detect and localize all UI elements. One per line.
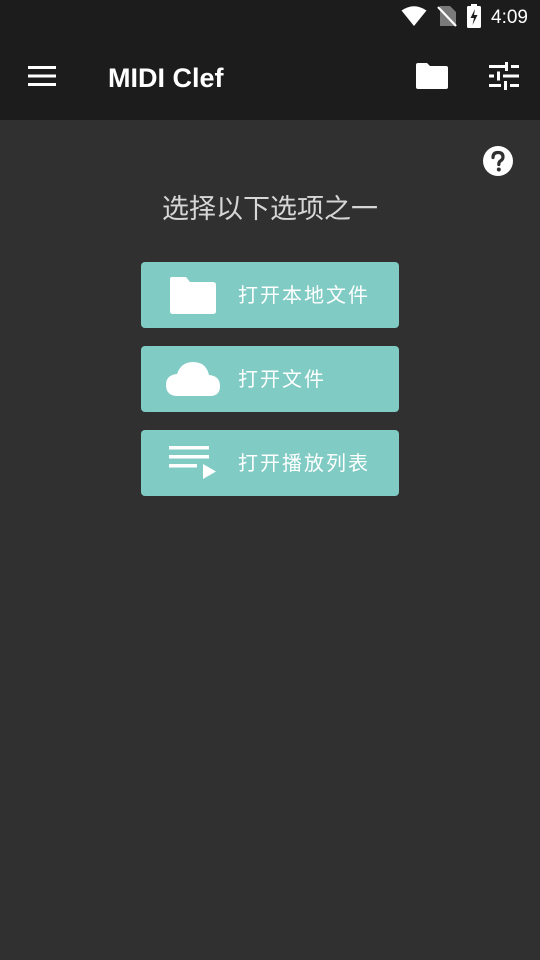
playlist-play-icon <box>163 430 223 496</box>
wifi-icon <box>401 5 427 31</box>
status-time: 4:09 <box>491 7 528 28</box>
open-local-file-button[interactable]: 打开本地文件 <box>141 262 399 328</box>
app-bar: MIDI Clef <box>0 36 540 120</box>
help-icon <box>482 145 514 181</box>
open-file-button[interactable]: 打开文件 <box>141 346 399 412</box>
help-button[interactable] <box>481 146 515 180</box>
open-playlist-button[interactable]: 打开播放列表 <box>141 430 399 496</box>
menu-icon <box>28 66 56 90</box>
page-heading: 选择以下选项之一 <box>162 194 378 225</box>
status-bar: 4:09 <box>0 0 540 36</box>
status-icons: 4:09 <box>401 0 528 36</box>
folder-icon <box>416 63 448 93</box>
menu-button[interactable] <box>20 58 64 98</box>
open-local-file-label: 打开本地文件 <box>238 283 370 307</box>
open-file-label: 打开文件 <box>238 367 326 391</box>
tune-icon <box>489 62 519 94</box>
open-playlist-label: 打开播放列表 <box>238 451 370 475</box>
folder-icon <box>163 262 223 328</box>
settings-button[interactable] <box>482 58 526 98</box>
app-title: MIDI Clef <box>108 63 224 93</box>
open-folder-button[interactable] <box>410 58 454 98</box>
cloud-icon <box>163 346 223 412</box>
battery-charging-icon <box>467 4 482 32</box>
no-sim-icon <box>437 5 457 31</box>
